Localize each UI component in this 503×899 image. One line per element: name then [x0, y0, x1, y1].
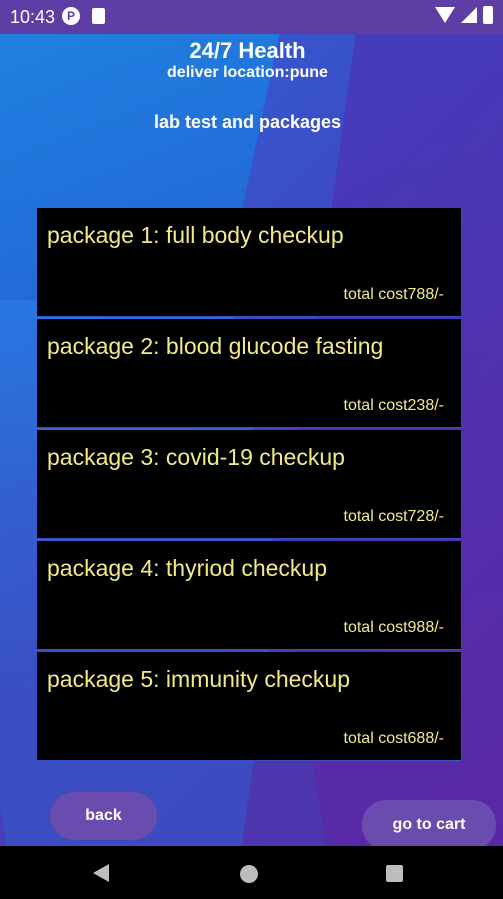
- package-card[interactable]: package 4: thyriod checkup total cost988…: [37, 541, 461, 650]
- status-time: 10:43: [10, 7, 56, 27]
- wifi-icon: [435, 7, 455, 23]
- signal-icon: [461, 7, 477, 23]
- package-card[interactable]: package 1: full body checkup total cost7…: [37, 208, 461, 317]
- package-cost: total cost238/-: [343, 397, 445, 414]
- package-title: package 3: covid-19 checkup: [47, 444, 345, 470]
- package-title: package 1: full body checkup: [47, 222, 344, 248]
- package-title: package 4: thyriod checkup: [47, 555, 328, 581]
- back-button[interactable]: back: [50, 792, 157, 840]
- package-cost: total cost788/-: [343, 286, 445, 303]
- page-subtitle: lab test and packages: [153, 112, 342, 132]
- nav-home-icon[interactable]: [240, 865, 258, 883]
- go-to-cart-button[interactable]: go to cart: [362, 800, 496, 846]
- package-card[interactable]: package 2: blood glucode fasting total c…: [37, 319, 461, 428]
- nav-back-icon[interactable]: [93, 864, 109, 882]
- package-list: package 1: full body checkup total cost7…: [37, 208, 461, 763]
- package-card[interactable]: package 5: immunity checkup total cost68…: [37, 652, 461, 761]
- app-title: 24/7 Health: [189, 38, 306, 63]
- package-card[interactable]: package 3: covid-19 checkup total cost72…: [37, 430, 461, 539]
- status-bar: 10:43 P: [0, 0, 503, 34]
- package-cost: total cost728/-: [343, 508, 445, 525]
- header: 24/7 Health deliver location:pune: [0, 38, 503, 82]
- data-saver-icon: P: [62, 7, 80, 25]
- navigation-bar: [0, 846, 503, 899]
- deliver-location: deliver location:pune: [167, 64, 328, 81]
- sim-card-icon: [92, 8, 105, 24]
- package-cost: total cost988/-: [343, 619, 445, 636]
- package-title: package 2: blood glucode fasting: [47, 333, 384, 359]
- package-cost: total cost688/-: [343, 730, 445, 747]
- nav-recents-icon[interactable]: [386, 865, 403, 882]
- package-title: package 5: immunity checkup: [47, 666, 350, 692]
- battery-icon: [483, 6, 493, 24]
- app-screen: 10:43 P 24/7 Health deliver location:pun…: [0, 0, 503, 846]
- status-icons: [435, 6, 493, 24]
